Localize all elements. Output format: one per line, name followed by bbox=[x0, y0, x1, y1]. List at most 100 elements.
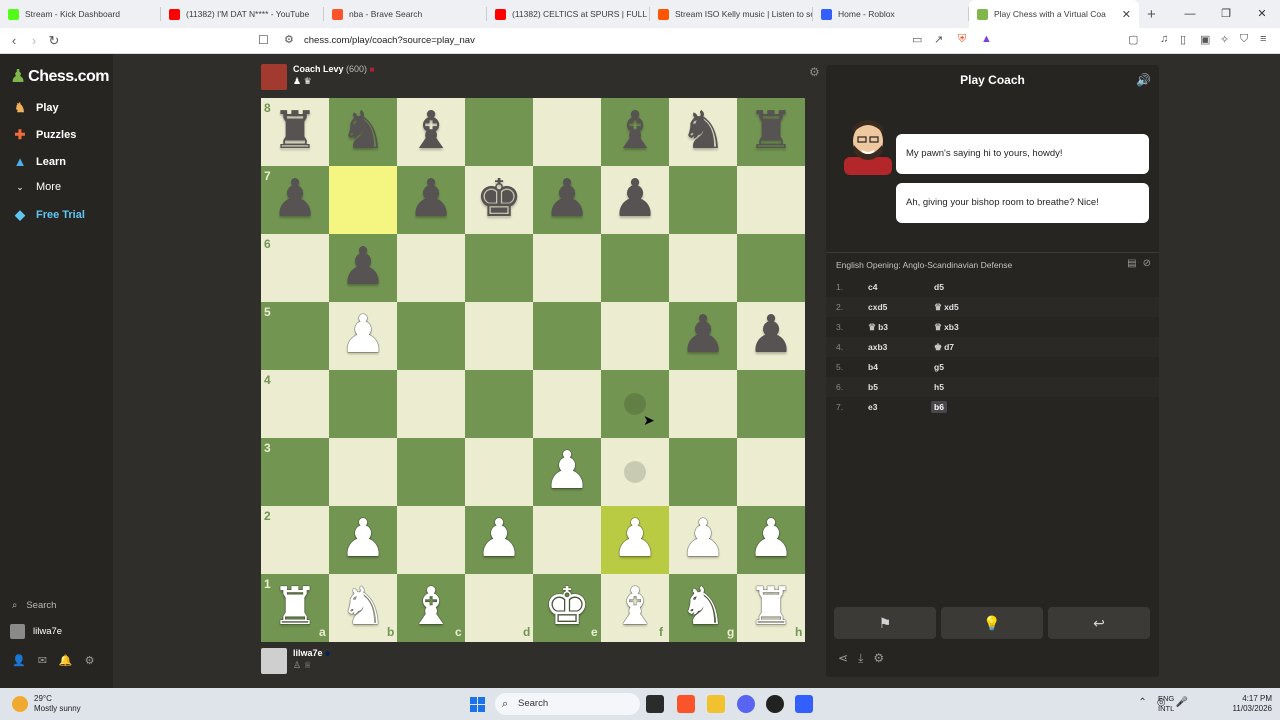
file-explorer-icon[interactable] bbox=[707, 695, 725, 713]
square-e6[interactable] bbox=[533, 234, 601, 302]
black-bishop-icon[interactable]: ♝ bbox=[601, 98, 669, 166]
browser-tab[interactable]: Play Chess with a Virtual Coa ✕ bbox=[969, 0, 1139, 28]
black-pawn-icon[interactable]: ♟ bbox=[329, 234, 397, 302]
friends-icon[interactable]: 👤 bbox=[12, 654, 26, 667]
browser-tab[interactable]: Stream ISO Kelly music | Listen to so bbox=[650, 0, 812, 28]
square-b7[interactable] bbox=[329, 166, 397, 234]
square-a6[interactable] bbox=[261, 234, 329, 302]
browser-tab[interactable]: nba - Brave Search bbox=[324, 0, 486, 28]
square-c2[interactable] bbox=[397, 506, 465, 574]
menu-icon[interactable]: ≡ bbox=[1260, 33, 1266, 45]
new-tab-button[interactable]: + bbox=[1147, 6, 1156, 23]
square-a4[interactable] bbox=[261, 370, 329, 438]
notifications-icon[interactable]: 🔔 bbox=[59, 654, 73, 667]
language-indicator[interactable]: ENG INTL bbox=[1158, 694, 1174, 714]
square-h4[interactable] bbox=[737, 370, 805, 438]
sidebar-user[interactable]: lilwa7e bbox=[10, 624, 62, 639]
settings-icon[interactable]: ⚙ bbox=[85, 654, 95, 667]
weather-widget[interactable]: 29°C Mostly sunny bbox=[12, 694, 81, 714]
white-pawn-icon[interactable]: ♟ bbox=[465, 506, 533, 574]
white-knight-icon[interactable]: ♞ bbox=[669, 574, 737, 642]
sidebar-item-puzzles[interactable]: ✚ Puzzles bbox=[12, 127, 77, 143]
minimize-button[interactable]: — bbox=[1172, 0, 1208, 28]
sidebar-item-learn[interactable]: ▲ Learn bbox=[12, 154, 66, 169]
black-move[interactable]: h5 bbox=[934, 382, 944, 392]
square-f5[interactable] bbox=[601, 302, 669, 370]
sidebar-search[interactable]: ⌕ Search bbox=[12, 600, 56, 611]
brave-icon[interactable] bbox=[677, 695, 695, 713]
sidebar-toggle-icon[interactable]: ▢ bbox=[1128, 33, 1138, 46]
settings-icon[interactable]: ⚙ bbox=[873, 651, 884, 666]
white-knight-icon[interactable]: ♞ bbox=[329, 574, 397, 642]
media-icon[interactable]: ♫ bbox=[1160, 33, 1168, 45]
square-a2[interactable] bbox=[261, 506, 329, 574]
move-hint-dot[interactable] bbox=[624, 461, 646, 483]
vpn-icon[interactable]: ⛉ bbox=[1240, 33, 1248, 46]
square-h7[interactable] bbox=[737, 166, 805, 234]
browser-tab[interactable]: Stream - Kick Dashboard bbox=[0, 0, 160, 28]
white-move[interactable]: ♛ b3 bbox=[868, 322, 888, 333]
chess-logo[interactable]: ♟ Chess.com bbox=[10, 66, 110, 87]
square-d4[interactable] bbox=[465, 370, 533, 438]
square-g6[interactable] bbox=[669, 234, 737, 302]
black-knight-icon[interactable]: ♞ bbox=[329, 98, 397, 166]
white-move[interactable]: b5 bbox=[868, 382, 878, 392]
compass-icon[interactable]: ⊘ bbox=[1143, 258, 1151, 269]
square-e8[interactable] bbox=[533, 98, 601, 166]
black-move[interactable]: d5 bbox=[934, 282, 944, 292]
square-d5[interactable] bbox=[465, 302, 533, 370]
roblox-icon[interactable] bbox=[795, 695, 813, 713]
square-g3[interactable] bbox=[669, 438, 737, 506]
black-move[interactable]: ♚ d7 bbox=[934, 342, 954, 353]
taskbar-search[interactable]: ⌕ Search bbox=[495, 693, 640, 715]
sidebar-item-more[interactable]: ⌄ More bbox=[12, 181, 61, 193]
square-c6[interactable] bbox=[397, 234, 465, 302]
white-rook-icon[interactable]: ♜ bbox=[737, 574, 805, 642]
wallet-icon[interactable]: ▣ bbox=[1200, 33, 1210, 46]
close-window-button[interactable]: ✕ bbox=[1244, 0, 1280, 28]
white-move[interactable]: b4 bbox=[868, 362, 878, 372]
back-icon[interactable]: ‹ bbox=[4, 33, 24, 48]
square-d8[interactable] bbox=[465, 98, 533, 166]
black-move[interactable]: ♛ xd5 bbox=[934, 302, 959, 313]
white-rook-icon[interactable]: ♜ bbox=[261, 574, 329, 642]
url-field[interactable]: chess.com/play/coach?source=play_nav bbox=[304, 35, 475, 46]
white-pawn-icon[interactable]: ♟ bbox=[533, 438, 601, 506]
square-d3[interactable] bbox=[465, 438, 533, 506]
square-h3[interactable] bbox=[737, 438, 805, 506]
black-pawn-icon[interactable]: ♟ bbox=[669, 302, 737, 370]
black-move[interactable]: ♛ xb3 bbox=[934, 322, 959, 333]
messages-icon[interactable]: ✉ bbox=[38, 654, 47, 667]
download-icon[interactable]: ⤓ bbox=[858, 651, 863, 666]
white-pawn-icon[interactable]: ♟ bbox=[329, 302, 397, 370]
white-king-icon[interactable]: ♚ bbox=[533, 574, 601, 642]
sidebar-item-play[interactable]: ♞ Play bbox=[12, 100, 58, 116]
chevron-up-icon[interactable]: ⌃ bbox=[1138, 697, 1146, 708]
black-pawn-icon[interactable]: ♟ bbox=[601, 166, 669, 234]
start-button[interactable] bbox=[470, 697, 485, 712]
white-bishop-icon[interactable]: ♝ bbox=[601, 574, 669, 642]
browser-tab[interactable]: (11382) I'M DAT N**** - YouTube bbox=[161, 0, 323, 28]
black-move[interactable]: g5 bbox=[934, 362, 944, 372]
browser-tab[interactable]: (11382) CELTICS at SPURS | FULL GA bbox=[487, 0, 649, 28]
reload-icon[interactable]: ↻ bbox=[44, 33, 64, 49]
square-a5[interactable] bbox=[261, 302, 329, 370]
square-b4[interactable] bbox=[329, 370, 397, 438]
square-e2[interactable] bbox=[533, 506, 601, 574]
black-rook-icon[interactable]: ♜ bbox=[737, 98, 805, 166]
book-icon[interactable]: ▤ bbox=[1127, 258, 1136, 269]
browser-tab[interactable]: Home - Roblox bbox=[813, 0, 968, 28]
black-knight-icon[interactable]: ♞ bbox=[669, 98, 737, 166]
hint-button[interactable]: 💡 bbox=[941, 607, 1043, 639]
brave-shields-icon[interactable]: ⛨ bbox=[958, 33, 966, 46]
bottom-player-name[interactable]: lilwa7e bbox=[293, 648, 323, 658]
square-c4[interactable] bbox=[397, 370, 465, 438]
board-settings-icon[interactable]: ⚙ bbox=[809, 65, 820, 79]
site-info-icon[interactable]: ⚙ bbox=[284, 33, 294, 46]
share-icon[interactable]: ↗ bbox=[934, 33, 943, 46]
square-a3[interactable] bbox=[261, 438, 329, 506]
black-pawn-icon[interactable]: ♟ bbox=[533, 166, 601, 234]
maximize-button[interactable]: ❐ bbox=[1208, 0, 1244, 28]
forward-icon[interactable]: › bbox=[24, 33, 44, 48]
square-c3[interactable] bbox=[397, 438, 465, 506]
